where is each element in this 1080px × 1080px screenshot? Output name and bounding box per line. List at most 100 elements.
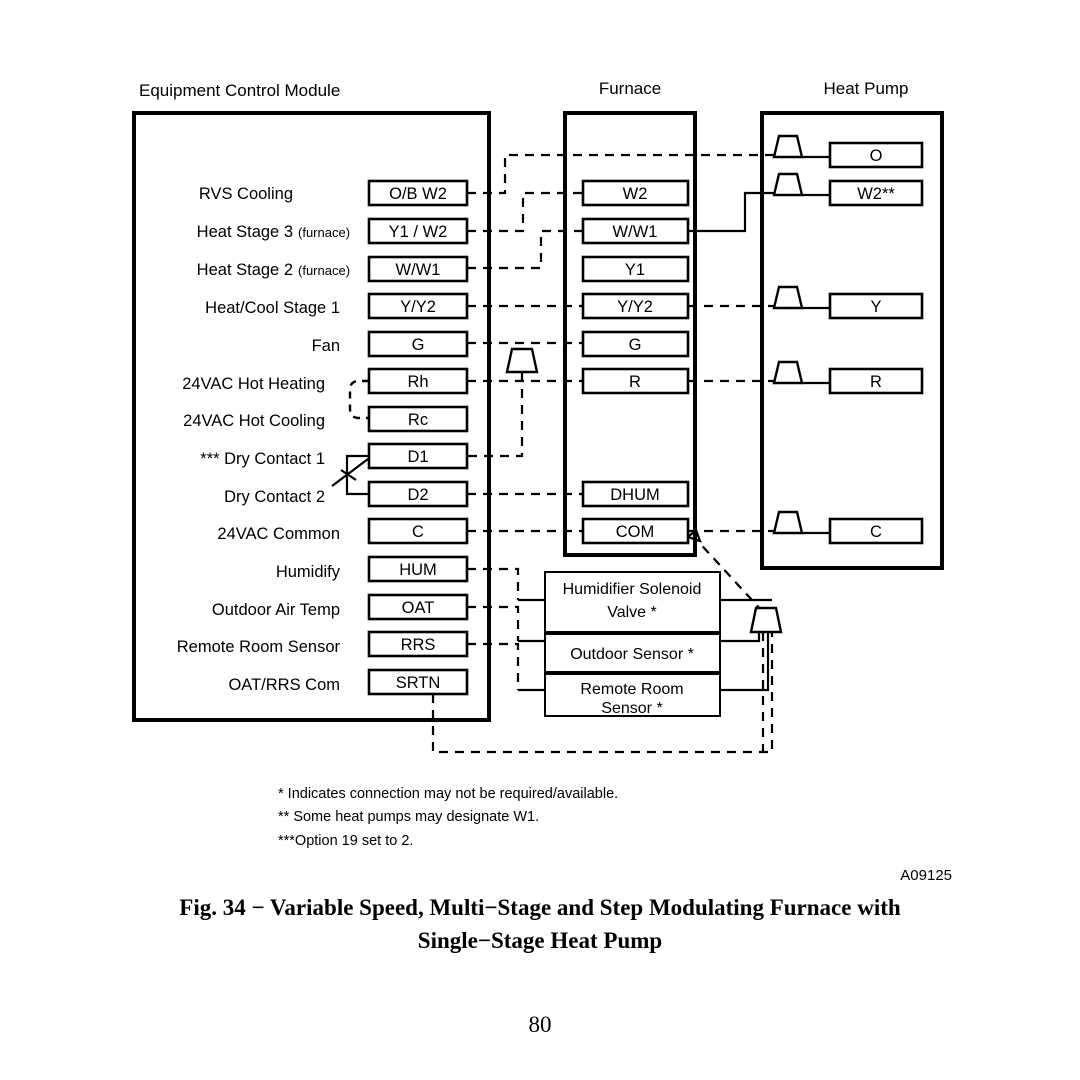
- furnace-terminal-label: W2: [623, 185, 648, 203]
- furnace-terminal-label: DHUM: [610, 486, 660, 504]
- ecm-row-label: Dry Contact 2: [224, 488, 325, 506]
- header-heat-pump: Heat Pump: [823, 79, 908, 98]
- ecm-row: Dry Contact 2 D2: [224, 480, 469, 508]
- ecm-terminal-label: Y/Y2: [400, 298, 436, 316]
- furnace-terminal: G: [581, 330, 690, 358]
- ecm-row: Heat/Cool Stage 1 Y/Y2: [205, 292, 469, 320]
- wire-outdoor-sensor-out: [720, 632, 761, 643]
- ecm-terminal-label: Rc: [408, 411, 428, 429]
- page-number: 80: [529, 1012, 552, 1037]
- header-equipment-control-module: Equipment Control Module: [139, 81, 340, 100]
- ecm-row-sublabel: (furnace): [298, 225, 350, 240]
- ecm-terminal-label: OAT: [402, 599, 435, 617]
- ecm-row-label: 24VAC Common: [217, 525, 340, 543]
- ecm-row-sublabel: (furnace): [298, 263, 350, 278]
- heatpump-terminal-label: R: [870, 373, 882, 391]
- ecm-row: Outdoor Air Temp OAT: [212, 593, 469, 621]
- ecm-row: Heat Stage 3 (furnace) Y1 / W2: [197, 217, 469, 245]
- ecm-row: 24VAC Hot Cooling Rc: [183, 405, 469, 433]
- wiring-diagram: Equipment Control Module Furnace Heat Pu…: [132, 79, 952, 1037]
- accessory-box-line1: Humidifier Solenoid: [563, 581, 702, 598]
- footnote-line: * Indicates connection may not be requir…: [278, 786, 618, 802]
- ecm-terminal-label: D1: [407, 448, 428, 466]
- heatpump-terminal-label: W2**: [857, 185, 895, 203]
- furnace-terminal-label: Y1: [625, 261, 645, 279]
- furnace-terminal: COM: [581, 517, 690, 545]
- ecm-row-label: Heat Stage 3: [197, 223, 293, 241]
- jumper-rh-rc: [348, 379, 369, 420]
- ecm-row: 24VAC Common C: [217, 517, 469, 545]
- ecm-rows: RVS Cooling O/B W2 Heat Stage 3 (furnace…: [177, 179, 469, 696]
- wire-oat-dash: [467, 605, 520, 641]
- wire-nut-icon-hp-w2: [772, 172, 804, 197]
- furnace-terminal-label: R: [629, 373, 641, 391]
- ecm-row: OAT/RRS Com SRTN: [228, 668, 469, 696]
- accessory-box-outdoor-sensor: Outdoor Sensor *: [544, 633, 721, 673]
- wire-rrs-dash: [467, 642, 520, 690]
- heatpump-terminal-label: C: [870, 523, 882, 541]
- heatpump-terminal: R: [828, 367, 924, 395]
- heatpump-terminal-label: Y: [870, 298, 881, 316]
- ecm-row: Heat Stage 2 (furnace) W/W1: [197, 255, 469, 283]
- wire-nut-icon-accessory: [749, 606, 783, 634]
- ecm-row: Fan G: [312, 330, 469, 358]
- ecm-row: 24VAC Hot Heating Rh: [182, 367, 469, 395]
- furnace-terminal-label: Y/Y2: [617, 298, 653, 316]
- ecm-row-label: OAT/RRS Com: [228, 676, 340, 694]
- furnace-terminal: W2: [581, 179, 690, 207]
- ecm-row-label: Outdoor Air Temp: [212, 601, 340, 619]
- heatpump-terminals: O W2** Y R C: [828, 141, 924, 545]
- heatpump-terminal: Y: [828, 292, 924, 320]
- footnotes: * Indicates connection may not be requir…: [278, 786, 618, 849]
- ecm-terminal-label: O/B W2: [389, 185, 447, 203]
- dry-contact-blade: [331, 458, 369, 487]
- ecm-row-label: 24VAC Hot Cooling: [183, 412, 325, 430]
- header-furnace: Furnace: [599, 79, 661, 98]
- dry-contact-switch-symbol: [331, 454, 369, 496]
- ecm-row-label: Heat Stage 2: [197, 261, 293, 279]
- accessory-box-line1: Outdoor Sensor *: [570, 646, 694, 663]
- ecm-row: Humidify HUM: [276, 555, 469, 583]
- wire-nut-icon-hp-o: [772, 134, 804, 159]
- ecm-terminal-label: C: [412, 523, 424, 541]
- ecm-row-label: Humidify: [276, 563, 341, 581]
- footnote-line: ***Option 19 set to 2.: [278, 833, 413, 849]
- furnace-terminal: Y/Y2: [581, 292, 690, 320]
- ecm-row: Remote Room Sensor RRS: [177, 630, 469, 658]
- ecm-terminal-label: HUM: [399, 561, 437, 579]
- page-root: Equipment Control Module Furnace Heat Pu…: [0, 0, 1080, 1080]
- footnote-line: ** Some heat pumps may designate W1.: [278, 809, 539, 825]
- accessory-box-remote-room-sensor: Remote Room Sensor *: [544, 673, 721, 717]
- furnace-terminal: DHUM: [581, 480, 690, 508]
- ecm-row-label: *** Dry Contact 1: [200, 450, 325, 468]
- ecm-row-label: Remote Room Sensor: [177, 638, 341, 656]
- accessory-box-line2: Sensor *: [601, 700, 662, 717]
- ecm-row: *** Dry Contact 1 D1: [200, 442, 469, 470]
- furnace-terminal-label: COM: [616, 523, 655, 541]
- ecm-terminal-label: D2: [407, 486, 428, 504]
- accessory-box-line1: Remote Room: [580, 681, 683, 698]
- figure-part-number: A09125: [900, 867, 952, 884]
- furnace-terminals: W2 W/W1 Y1 Y/Y2 G R DHUM COM: [581, 179, 690, 545]
- heatpump-terminal: C: [828, 517, 924, 545]
- ecm-terminal-label: W/W1: [396, 261, 441, 279]
- ecm-row-label: Heat/Cool Stage 1: [205, 299, 340, 317]
- ecm-terminal-label: SRTN: [396, 674, 441, 692]
- furnace-terminal: R: [581, 367, 690, 395]
- furnace-terminal: Y1: [581, 255, 690, 283]
- ecm-terminal-label: Rh: [407, 373, 428, 391]
- heatpump-terminal-label: O: [870, 147, 883, 165]
- furnace-terminal: W/W1: [581, 217, 690, 245]
- wire-nut-icon-r-splice: [505, 347, 539, 374]
- ecm-row-label: 24VAC Hot Heating: [182, 375, 325, 393]
- wire-nut-icon-hp-c: [772, 510, 804, 535]
- furnace-terminal-label: W/W1: [613, 223, 658, 241]
- wire-nut-icon-hp-r: [772, 360, 804, 385]
- accessory-box-humidifier: Humidifier Solenoid Valve *: [544, 571, 721, 633]
- figure-caption-line2: Single−Stage Heat Pump: [418, 928, 662, 953]
- wire-splice-to-d1: [467, 373, 524, 458]
- furnace-terminal-label: G: [629, 336, 642, 354]
- accessory-boxes: Humidifier Solenoid Valve * Outdoor Sens…: [544, 571, 721, 717]
- accessory-box-line2: Valve *: [607, 604, 657, 621]
- wire-hum-dash: [467, 567, 520, 600]
